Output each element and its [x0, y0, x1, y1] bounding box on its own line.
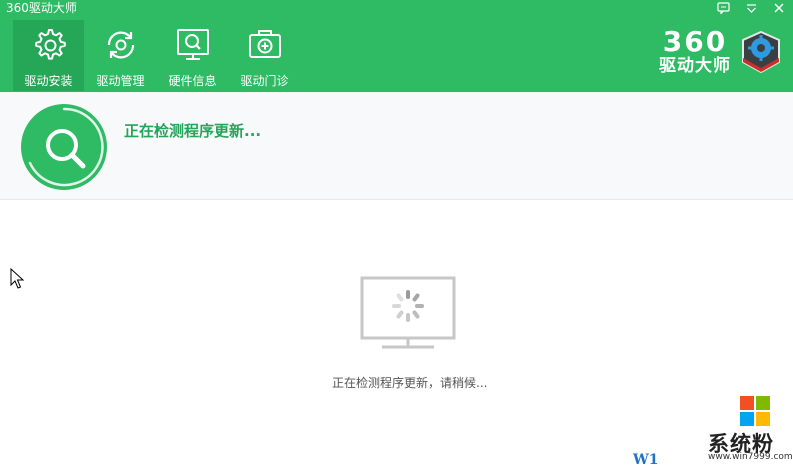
nav-label: 驱动管理: [96, 74, 145, 88]
feedback-icon[interactable]: [715, 1, 731, 15]
monitor-search-icon: [176, 29, 209, 60]
driver-gear-badge-icon: [742, 30, 780, 74]
watermark-url: www.win7999.com: [708, 452, 793, 462]
menu-icon[interactable]: [743, 1, 759, 15]
logo-text: 360 驱动大师: [659, 25, 731, 77]
nav-label: 驱动门诊: [240, 74, 289, 88]
mouse-cursor-icon: [10, 268, 24, 289]
nav-item-hardware-info[interactable]: 硬件信息: [157, 20, 228, 91]
refresh-gear-icon: [107, 31, 134, 59]
search-icon: [21, 104, 107, 190]
close-icon[interactable]: [771, 1, 787, 15]
window-controls: [715, 1, 787, 15]
window-title: 360驱动大师: [6, 1, 77, 15]
status-panel: 正在检测程序更新...: [0, 92, 793, 200]
main-nav: 驱动安装 驱动管理 硬件信息 驱动门诊: [13, 20, 301, 91]
windows-logo-icon: [740, 396, 770, 426]
nav-item-driver-manage[interactable]: 驱动管理: [85, 20, 156, 91]
watermark-prefix: W1: [633, 452, 659, 468]
logo-number: 360: [662, 25, 728, 58]
nav-item-driver-install[interactable]: 驱动安装: [13, 20, 84, 91]
logo-name: 驱动大师: [659, 56, 731, 76]
monitor-loading-icon: [360, 276, 456, 349]
nav-label: 硬件信息: [168, 74, 217, 88]
wait-message: 正在检测程序更新，请稍候...: [332, 376, 488, 390]
app-header: 360驱动大师 驱动安装 驱动管理 硬件信息 驱动门诊 360 驱动大师: [0, 0, 793, 92]
gear-icon: [34, 29, 66, 60]
medical-kit-icon: [248, 30, 281, 58]
nav-item-driver-clinic[interactable]: 驱动门诊: [229, 20, 300, 91]
brand-logo: 360 驱动大师: [659, 28, 785, 76]
nav-label: 驱动安装: [24, 74, 73, 88]
status-title: 正在检测程序更新...: [124, 122, 262, 140]
